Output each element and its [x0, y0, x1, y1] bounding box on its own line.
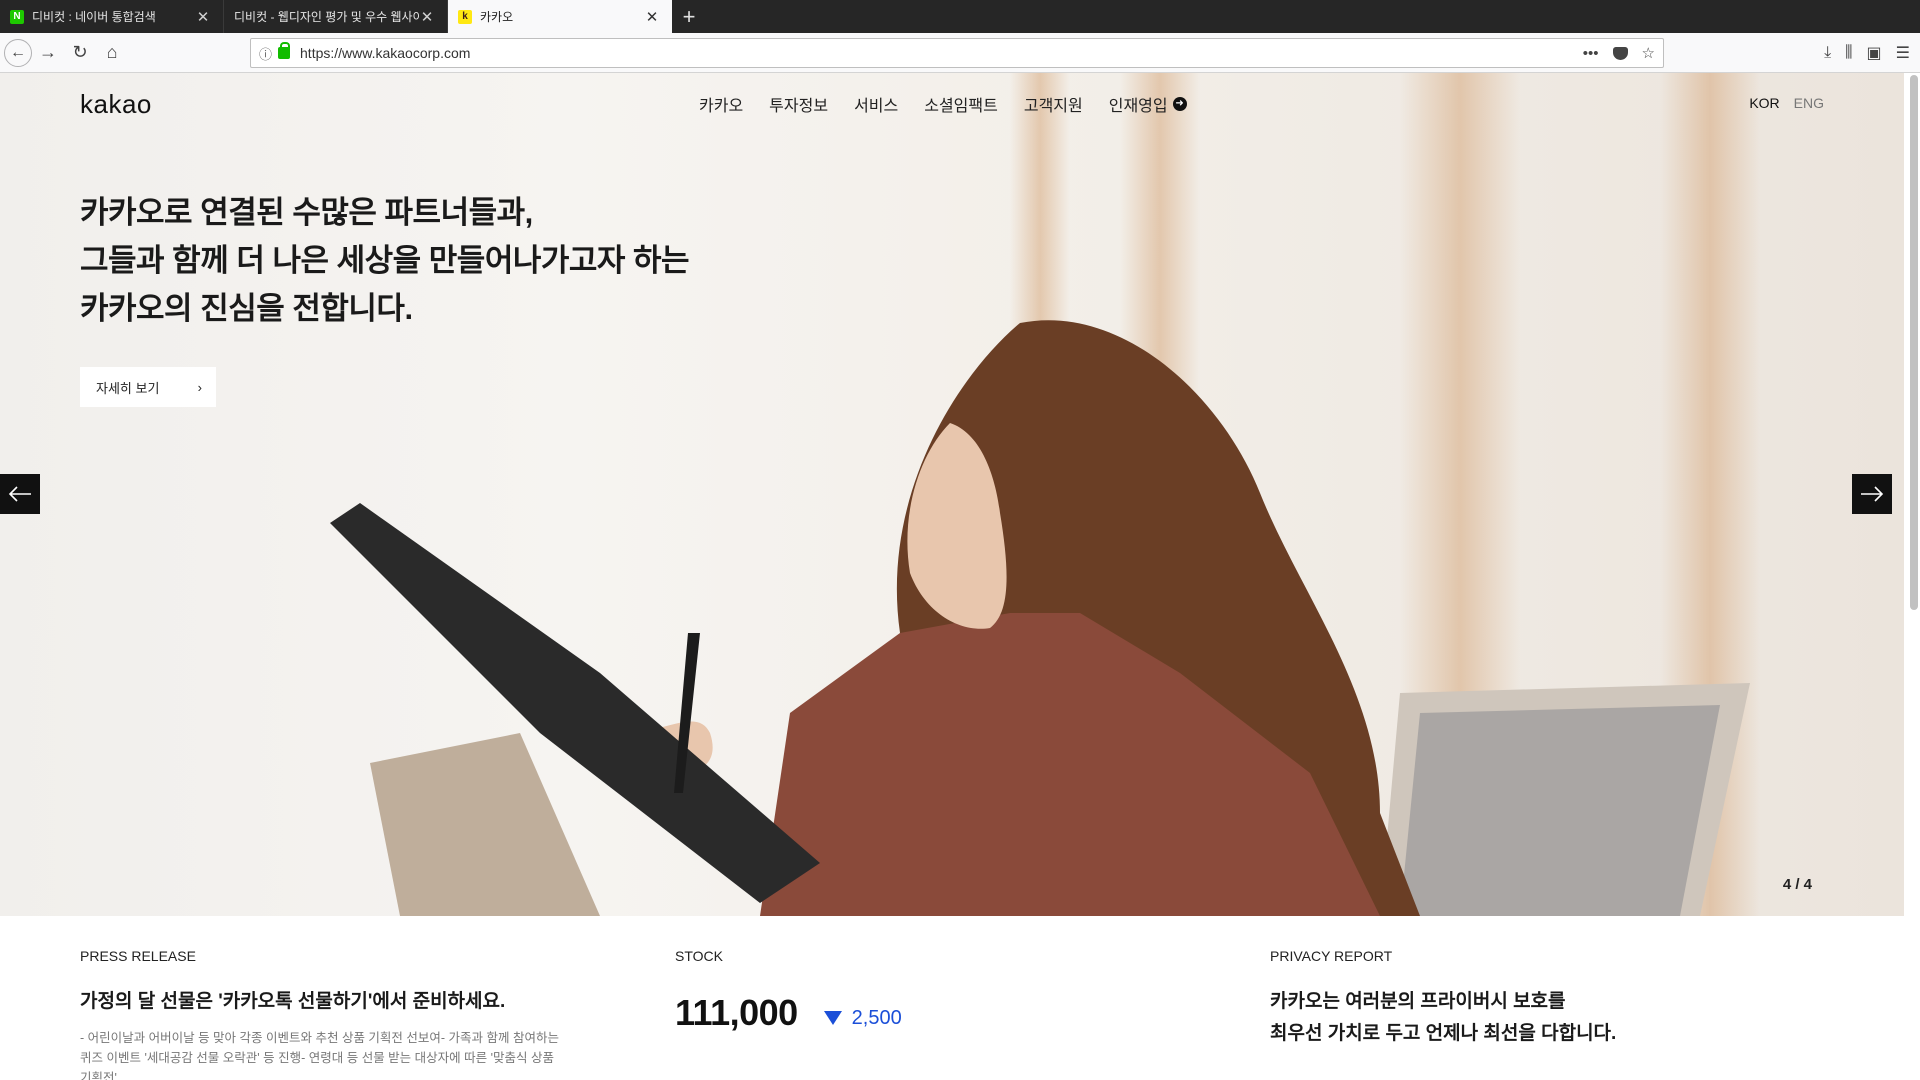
kakao-logo[interactable]: kakao [80, 89, 152, 120]
slide-next-button[interactable] [1852, 474, 1892, 514]
detail-button[interactable]: 자세히 보기 › [80, 367, 216, 407]
arrow-right-icon [1861, 486, 1884, 502]
new-tab-plus-icon[interactable]: + [672, 0, 706, 33]
stock-label: STOCK [675, 948, 723, 964]
down-triangle-icon [823, 1011, 842, 1025]
pocket-icon[interactable] [1612, 46, 1628, 60]
browser-tab-naver[interactable]: N 디비컷 : 네이버 통합검색 ✕ [0, 0, 224, 33]
home-icon[interactable]: ⌂ [96, 37, 128, 69]
nav-item-service[interactable]: 서비스 [854, 92, 898, 116]
nav-item-kakao[interactable]: 카카오 [699, 92, 743, 116]
page-viewport: kakao 카카오 투자정보 서비스 소셜임팩트 고객지원 인재영입 ➜ KOR… [0, 73, 1920, 1080]
press-desc-line: 퀴즈 이벤트 '세대공감 선물 오락관' 등 진행- 연령대 등 선물 받는 대… [80, 1051, 554, 1065]
kakao-favicon-icon: k [458, 9, 472, 24]
stock-change-value: 2,500 [851, 1006, 902, 1029]
hero-title-line: 카카오의 진심을 전합니다. [80, 291, 413, 326]
info-section: PRESS RELEASE 가정의 달 선물은 '카카오톡 선물하기'에서 준비… [0, 916, 1904, 1080]
nav-item-support[interactable]: 고객지원 [1024, 92, 1083, 116]
stock-row: 111,000 2,500 [675, 992, 902, 1034]
privacy-report-column: PRIVACY REPORT 카카오는 여러분의 프라이버시 보호를 최우선 가… [1270, 948, 1616, 1050]
arrow-left-icon [8, 486, 31, 502]
tab-close-icon[interactable]: ✕ [644, 8, 660, 26]
page-scrollbar[interactable] [1910, 75, 1918, 610]
privacy-headline-line: 카카오는 여러분의 프라이버시 보호를 [1270, 991, 1566, 1012]
site-info-icon[interactable]: ⓘ [259, 44, 272, 63]
download-icon[interactable]: ⤓ [1824, 44, 1831, 62]
nav-item-social-impact[interactable]: 소셜임팩트 [924, 92, 998, 116]
hero-title-line: 그들과 함께 더 나은 세상을 만들어나가고자 하는 [80, 243, 690, 278]
sidebar-icon[interactable]: ▣ [1867, 43, 1882, 63]
page-actions-ellipsis-icon[interactable]: ••• [1583, 45, 1599, 62]
bookmark-star-icon[interactable]: ☆ [1642, 44, 1655, 62]
lang-kor-link[interactable]: KOR [1749, 95, 1779, 111]
forward-arrow-icon[interactable]: → [32, 37, 64, 69]
detail-button-label: 자세히 보기 [96, 380, 160, 396]
hero-title: 카카오로 연결된 수많은 파트너들과, 그들과 함께 더 나은 세상을 만들어나… [80, 189, 720, 333]
nav-item-investor[interactable]: 투자정보 [769, 92, 828, 116]
press-release-desc: - 어린이날과 어버이날 등 맞아 각종 이벤트와 추천 상품 기획전 선보여-… [80, 1028, 620, 1080]
stock-change: 2,500 [823, 1006, 902, 1030]
naver-favicon-icon: N [10, 9, 24, 24]
reload-icon[interactable]: ↻ [64, 37, 96, 69]
nav-item-careers[interactable]: 인재영입 ➜ [1109, 92, 1187, 116]
slide-prev-button[interactable] [0, 474, 40, 514]
press-release-label: PRESS RELEASE [80, 948, 196, 964]
nav-item-careers-label: 인재영입 [1108, 98, 1168, 115]
external-arrow-icon: ➜ [1172, 97, 1187, 111]
url-text[interactable]: https://www.kakaocorp.com [300, 45, 1583, 61]
lock-icon [278, 42, 291, 59]
stock-column: STOCK 111,000 2,500 [675, 948, 902, 1034]
browser-tab-bar: N 디비컷 : 네이버 통합검색 ✕ 디비컷 - 웹디자인 평가 및 우수 웹사… [0, 0, 1920, 33]
tab-title: 디비컷 - 웹디자인 평가 및 우수 웹사이트 [234, 10, 419, 24]
stock-price: 111,000 [675, 992, 798, 1033]
menu-hamburger-icon[interactable]: ☰ [1896, 43, 1910, 63]
browser-tab-kakao[interactable]: k 카카오 ✕ [448, 0, 672, 33]
slide-pager: 4 / 4 [1782, 876, 1812, 893]
chevron-right-icon: › [197, 379, 202, 395]
browser-nav-bar: ← → ↻ ⌂ ⓘ https://www.kakaocorp.com ••• … [0, 33, 1920, 73]
hero-slider: kakao 카카오 투자정보 서비스 소셜임팩트 고객지원 인재영입 ➜ KOR… [0, 73, 1904, 916]
url-bar[interactable]: ⓘ https://www.kakaocorp.com ••• ☆ [250, 38, 1664, 68]
tab-title: 카카오 [480, 10, 514, 24]
language-switcher: KOR ENG [1749, 95, 1824, 111]
press-release-column: PRESS RELEASE 가정의 달 선물은 '카카오톡 선물하기'에서 준비… [80, 948, 620, 1080]
browser-tab-dbcut[interactable]: 디비컷 - 웹디자인 평가 및 우수 웹사이트 ✕ [224, 0, 448, 33]
library-icon[interactable]: ⫼ [1845, 44, 1852, 62]
global-nav: 카카오 투자정보 서비스 소셜임팩트 고객지원 인재영입 ➜ [699, 92, 1187, 116]
hero-title-line: 카카오로 연결된 수많은 파트너들과, [80, 195, 533, 230]
lang-eng-link[interactable]: ENG [1794, 95, 1824, 111]
site-header: kakao 카카오 투자정보 서비스 소셜임팩트 고객지원 인재영입 ➜ KOR… [0, 73, 1904, 129]
press-desc-line: 기획전' [80, 1071, 117, 1080]
privacy-report-headline[interactable]: 카카오는 여러분의 프라이버시 보호를 최우선 가치로 두고 언제나 최선을 다… [1270, 986, 1616, 1050]
press-desc-line: - 어린이날과 어버이날 등 맞아 각종 이벤트와 추천 상품 기획전 선보여-… [80, 1031, 559, 1045]
back-arrow-icon[interactable]: ← [4, 38, 32, 67]
privacy-report-label: PRIVACY REPORT [1270, 948, 1393, 964]
press-release-headline[interactable]: 가정의 달 선물은 '카카오톡 선물하기'에서 준비하세요. [80, 986, 620, 1018]
tab-title: 디비컷 : 네이버 통합검색 [32, 10, 156, 24]
tab-close-icon[interactable]: ✕ [419, 8, 435, 26]
tab-close-icon[interactable]: ✕ [195, 8, 211, 26]
privacy-headline-line: 최우선 가치로 두고 언제나 최선을 다합니다. [1270, 1023, 1617, 1044]
